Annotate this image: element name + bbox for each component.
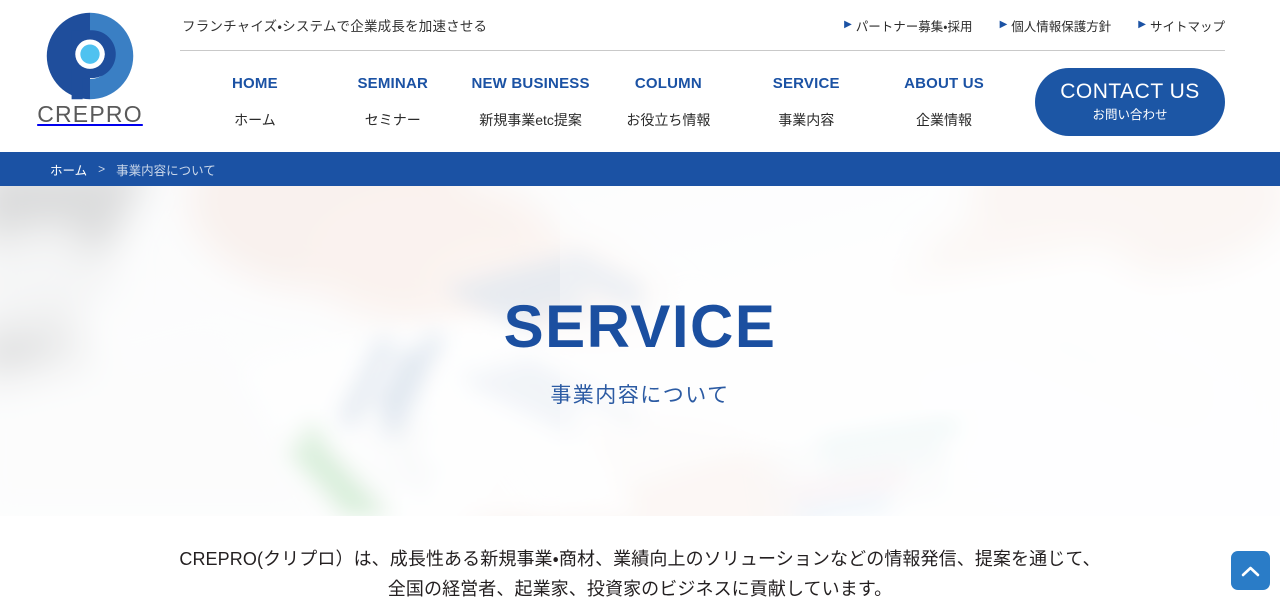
nav-item-en: ABOUT US [904, 75, 985, 92]
nav-item-en: NEW BUSINESS [471, 75, 590, 92]
nav-item-new-business[interactable]: NEW BUSINESS 新規事業etc提案 [462, 76, 600, 127]
contact-button-en: CONTACT US [1060, 80, 1200, 104]
breadcrumb-home[interactable]: ホーム [50, 160, 87, 179]
util-link-privacy[interactable]: ▶ 個人情報保護方針 [1000, 16, 1112, 35]
hero-title: SERVICE [503, 292, 777, 360]
triangle-right-icon: ▶ [999, 19, 1008, 30]
nav-item-column[interactable]: COLUMN お役立ち情報 [599, 76, 737, 127]
nav-item-en: COLUMN [634, 75, 702, 92]
breadcrumb-separator: > [98, 162, 106, 176]
triangle-right-icon: ▶ [844, 19, 852, 30]
util-link-partner[interactable]: ▶ パートナー募集・採用 [844, 16, 972, 35]
site-logo-link[interactable]: CREPRO [0, 0, 180, 152]
contact-button-ja: お問い合わせ [1092, 108, 1168, 123]
nav-item-service[interactable]: SERVICE 事業内容 [737, 76, 875, 127]
nav-item-en: SERVICE [772, 75, 840, 92]
scroll-to-top-button[interactable] [1231, 551, 1270, 590]
utility-links: ▶ パートナー募集・採用 ▶ 個人情報保護方針 ▶ サイトマップ [844, 16, 1225, 35]
contact-us-button[interactable]: CONTACT US お問い合わせ [1035, 67, 1225, 136]
lead-line-1: CREPRO(クリプロ）は、成長性ある新規事業・商材、業績向上のソリューションな… [179, 549, 1101, 569]
triangle-right-icon: ▶ [1138, 19, 1146, 30]
logo-wordmark: CREPRO [37, 101, 143, 127]
header-tagline: フランチャイズ・システムで企業成長を加速させる [182, 19, 488, 34]
util-link-label: パートナー募集・採用 [855, 19, 973, 34]
nav-item-ja: セミナー [364, 112, 421, 128]
util-link-sitemap[interactable]: ▶ サイトマップ [1138, 16, 1225, 35]
header-right: フランチャイズ・システムで企業成長を加速させる ▶ パートナー募集・採用 ▶ 個… [180, 0, 1280, 152]
hero-text: SERVICE 事業内容について [0, 186, 1280, 516]
lead-paragraph: CREPRO(クリプロ）は、成長性ある新規事業・商材、業績向上のソリューションな… [0, 516, 1280, 600]
utility-row: フランチャイズ・システムで企業成長を加速させる ▶ パートナー募集・採用 ▶ 個… [180, 0, 1225, 50]
nav-item-home[interactable]: HOME ホーム [186, 76, 324, 127]
hero-subtitle: 事業内容について [550, 383, 730, 407]
nav-item-en: HOME [232, 75, 278, 92]
nav-item-ja: ホーム [234, 112, 276, 128]
site-header: CREPRO フランチャイズ・システムで企業成長を加速させる ▶ パートナー募集… [0, 0, 1280, 152]
nav-item-about-us[interactable]: ABOUT US 企業情報 [875, 76, 1013, 127]
nav-item-ja: 企業情報 [916, 112, 973, 128]
crepro-logo-icon [46, 12, 134, 100]
nav-item-ja: 事業内容 [778, 112, 835, 128]
breadcrumb: ホーム > 事業内容について [0, 152, 1280, 186]
breadcrumb-current: 事業内容について [116, 163, 216, 178]
nav-item-seminar[interactable]: SEMINAR セミナー [324, 76, 462, 127]
hero-banner: SERVICE 事業内容について [0, 186, 1280, 516]
nav-item-ja: お役立ち情報 [626, 112, 711, 128]
chevron-up-icon [1241, 566, 1260, 576]
main-nav: HOME ホーム SEMINAR セミナー NEW BUSINESS 新規事業e… [180, 51, 1225, 152]
lead-line-2: 全国の経営者、起業家、投資家のビジネスに貢献しています。 [387, 579, 893, 599]
nav-item-ja: 新規事業etc提案 [479, 112, 582, 128]
nav-item-en: SEMINAR [357, 75, 429, 92]
util-link-label: サイトマップ [1149, 19, 1225, 34]
nav-items: HOME ホーム SEMINAR セミナー NEW BUSINESS 新規事業e… [180, 76, 1013, 127]
util-link-label: 個人情報保護方針 [1011, 19, 1112, 34]
